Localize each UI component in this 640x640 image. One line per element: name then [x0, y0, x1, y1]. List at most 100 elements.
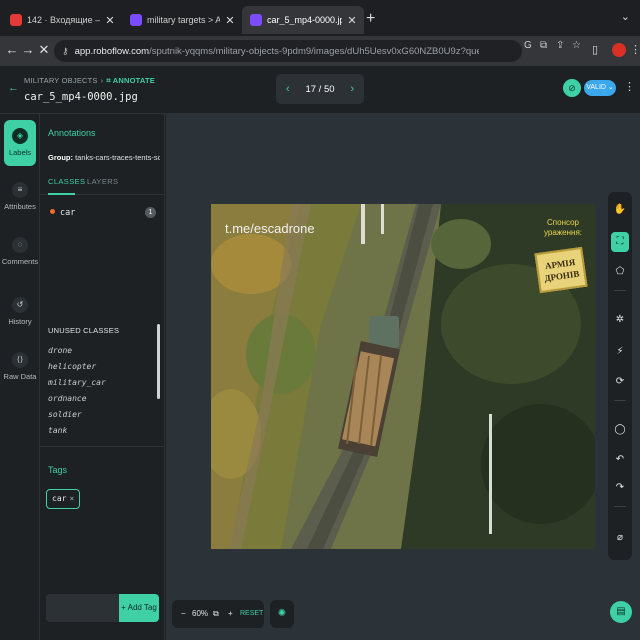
zoom-controls: − 60% ⧉ + RESET [172, 600, 264, 628]
bounding-box-icon[interactable]: ⛶ [611, 232, 629, 252]
panel-scrollbar[interactable] [157, 324, 160, 399]
comment-icon: ◌ [12, 237, 28, 253]
google-icon[interactable]: G [524, 40, 532, 51]
chat-support-icon[interactable]: ▤ [610, 601, 632, 623]
next-image-icon[interactable]: › [350, 83, 354, 95]
breadcrumb-current: ANNOTATE [112, 76, 155, 85]
tab-title: 142 · Входящие — Яндекс Почта [27, 15, 100, 25]
section-divider [40, 446, 165, 447]
new-tab-icon[interactable]: + [366, 10, 375, 28]
stop-loading-icon[interactable]: ✕ [36, 42, 52, 58]
mail-icon [10, 14, 22, 26]
unused-classes-list: drone helicopter military_car ordnance s… [48, 346, 156, 434]
list-item[interactable]: helicopter [48, 362, 156, 378]
close-tab-icon[interactable]: ✕ [346, 14, 358, 27]
more-options-icon[interactable]: ⋮ [624, 80, 635, 93]
translate-icon[interactable]: ⧉ [540, 40, 547, 51]
back-icon[interactable]: ← [4, 42, 20, 57]
tab-mail[interactable]: 142 · Входящие — Яндекс Почта ✕ [2, 6, 122, 34]
rail-label: Labels [8, 148, 32, 157]
app-header: ← MILITARY OBJECTS › ⌗ ANNOTATE car_5_mp4-… [0, 66, 640, 114]
rail-labels[interactable]: ◈ Labels [4, 120, 36, 166]
list-icon: ≡ [12, 182, 28, 198]
add-tag-button[interactable]: + Add Tag [119, 594, 159, 622]
annotation-toolbar: ✋ ⛶ ⬠ ✲ ⚡ ⟳ ◯ ↶ ↷ ⌀ [608, 192, 632, 560]
list-item[interactable]: tank [48, 426, 156, 434]
roboflow-icon [250, 14, 262, 26]
history-icon: ↺ [12, 297, 28, 313]
tab-title: military targets > Annotate [147, 15, 220, 25]
lock-icon: ⚷ [62, 45, 69, 56]
image-pager: ‹ 17 / 50 › [276, 74, 364, 104]
undo-icon[interactable]: ↶ [608, 450, 632, 470]
rail-label: Raw Data [3, 372, 37, 381]
close-tab-icon[interactable]: ✕ [104, 14, 116, 27]
rail-comments[interactable]: ◌ Comments [0, 237, 40, 266]
tag-input[interactable] [46, 594, 119, 622]
valid-status-button[interactable]: VALID ⌄ [584, 80, 616, 96]
browser-toolbar: ← → ✕ ⚷ app.roboflow.com/sputnik-yqqms/m… [0, 36, 640, 66]
tab-image[interactable]: car_5_mp4-0000.jpg > military ✕ [242, 6, 364, 34]
polygon-icon[interactable]: ⬠ [608, 262, 632, 282]
bookmark-star-icon[interactable]: ☆ [572, 40, 581, 51]
pager-label: 17 / 50 [305, 83, 335, 95]
panel-title: Annotations [48, 128, 96, 138]
back-arrow-icon[interactable]: ← [8, 82, 19, 94]
browser-menu-icon[interactable]: ⋮ [630, 43, 640, 56]
redo-icon[interactable]: ↷ [608, 478, 632, 498]
tab-classes[interactable]: CLASSES [48, 177, 85, 186]
share-icon[interactable]: ⇪ [556, 40, 564, 51]
list-item[interactable]: drone [48, 346, 156, 362]
image-filename: car_5_mp4-0000.jpg [24, 91, 138, 103]
remove-tag-icon[interactable]: × [69, 494, 74, 503]
repeat-icon[interactable]: ⟳ [608, 372, 632, 392]
settings-icon[interactable]: ✺ [270, 600, 294, 628]
annotations-panel: Annotations Group: tanks-cars-traces-ten… [40, 114, 165, 640]
hide-icon[interactable]: ⌀ [608, 528, 632, 548]
list-item[interactable]: ordnance [48, 394, 156, 410]
sponsor-text: Спонсор ураження: [544, 218, 582, 237]
list-item[interactable]: soldier [48, 410, 156, 426]
hide-annotations-icon[interactable]: ⊘ [563, 79, 581, 97]
tab-annotate[interactable]: military targets > Annotate ✕ [122, 6, 242, 34]
fit-icon[interactable]: ⧉ [213, 609, 219, 619]
sidebar-icon[interactable]: ▯ [592, 43, 598, 56]
tags-heading: Tags [48, 465, 68, 475]
group-label: Group: tanks-cars-traces-tents-soldi... [48, 153, 160, 162]
breadcrumb-project[interactable]: MILITARY OBJECTS [24, 76, 98, 85]
zoom-level: 60% [192, 609, 209, 618]
smart-select-icon[interactable]: ✲ [608, 310, 632, 330]
forward-icon[interactable]: → [20, 42, 36, 57]
zoom-out-icon[interactable]: − [181, 609, 186, 618]
rail-raw-data[interactable]: ⟨⟩ Raw Data [0, 352, 40, 381]
annotation-canvas[interactable]: t.me/escadrone Спонсор ураження: АРМІЯ Д… [166, 114, 640, 640]
zoom-in-icon[interactable]: + [228, 609, 233, 618]
watermark-text: t.me/escadrone [225, 221, 315, 236]
profile-avatar[interactable] [612, 43, 626, 57]
comment-icon[interactable]: ◯ [608, 420, 632, 440]
roboflow-icon [130, 14, 142, 26]
hand-icon[interactable]: ✋ [608, 200, 632, 220]
browser-tab-bar: 142 · Входящие — Яндекс Почта ✕ military… [0, 0, 640, 36]
close-tab-icon[interactable]: ✕ [224, 14, 236, 27]
tab-title: car_5_mp4-0000.jpg > military [267, 15, 342, 25]
army-of-drones-stamp: АРМІЯ ДРОНІВ [534, 246, 588, 294]
address-bar[interactable]: ⚷ app.roboflow.com/sputnik-yqqms/militar… [54, 40, 522, 62]
class-count-badge: 1 [145, 207, 156, 218]
magic-wand-icon[interactable]: ⚡ [608, 342, 632, 362]
class-row-car[interactable]: car 1 [50, 207, 156, 218]
url-text[interactable]: app.roboflow.com/sputnik-yqqms/military-… [75, 46, 479, 57]
rail-history[interactable]: ↺ History [0, 297, 40, 326]
annotated-image[interactable]: t.me/escadrone Спонсор ураження: АРМІЯ Д… [211, 204, 595, 549]
previous-image-icon[interactable]: ‹ [286, 83, 290, 95]
tab-layers[interactable]: LAYERS [87, 177, 118, 186]
rail-attributes[interactable]: ≡ Attributes [0, 182, 40, 211]
rail-label: History [8, 317, 32, 326]
tag-chip[interactable]: car × [46, 489, 81, 509]
tab-search-icon[interactable]: ⌄ [621, 10, 630, 23]
breadcrumb: MILITARY OBJECTS › ⌗ ANNOTATE [24, 76, 155, 85]
rail-label: Comments [1, 257, 39, 266]
reset-zoom-button[interactable]: RESET [240, 610, 263, 617]
list-item[interactable]: military_car [48, 378, 156, 394]
rail-label: Attributes [4, 202, 36, 211]
